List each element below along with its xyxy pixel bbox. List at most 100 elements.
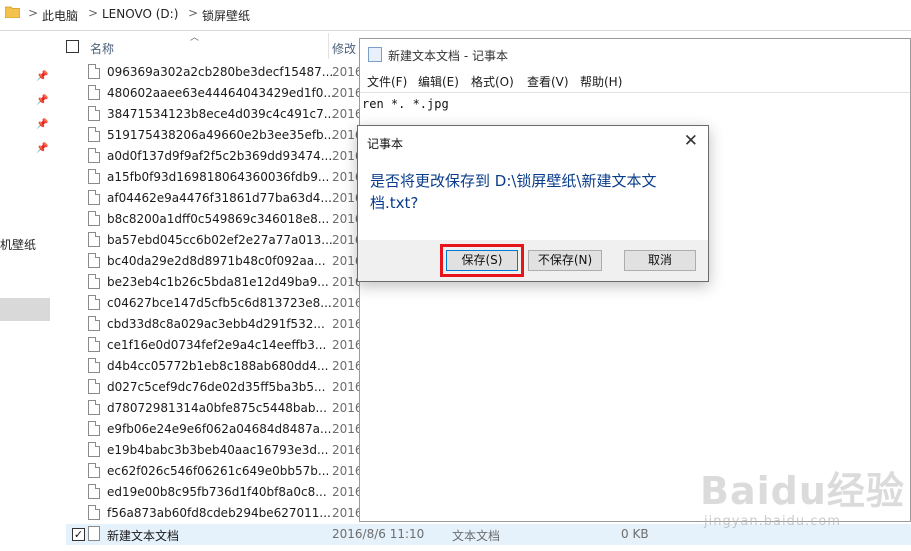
file-date: 2016 bbox=[332, 65, 363, 79]
file-row[interactable]: 096369a302a2cb280be3decf15487... 2016 bbox=[60, 62, 363, 83]
column-divider[interactable] bbox=[328, 33, 329, 59]
pin-icon[interactable]: 📌 bbox=[36, 119, 48, 130]
dialog-message: 是否将更改保存到 D:\锁屏壁纸\新建文本文档.txt? bbox=[370, 172, 657, 212]
menu-file[interactable]: 文件(F) bbox=[367, 73, 407, 90]
breadcrumb-separator: > bbox=[88, 6, 99, 20]
dialog-body: 是否将更改保存到 D:\锁屏壁纸\新建文本文档.txt? bbox=[358, 158, 708, 240]
file-row[interactable]: 38471534123b8ece4d039c4c491c7... 2016 bbox=[60, 104, 363, 125]
pin-icon[interactable]: 📌 bbox=[36, 143, 48, 154]
file-checkbox[interactable]: ✓ bbox=[72, 528, 85, 541]
file-row[interactable]: ba57ebd045cc6b02ef2e27a77a013... 2016 bbox=[60, 230, 363, 251]
file-list-header: 名称 ︿ 修改 bbox=[60, 31, 360, 59]
file-row[interactable]: a0d0f137d9f9af2f5c2b369dd93474... 2016 bbox=[60, 146, 363, 167]
menu-format[interactable]: 格式(O) bbox=[471, 73, 514, 90]
file-row[interactable]: ce1f16e0d0734fef2e9a4c14eeffb3... 2016 bbox=[60, 335, 363, 356]
file-name: d027c5cef9dc76de02d35ff5ba3b5... bbox=[107, 380, 326, 394]
baidu-watermark: Baidu经验 jingyan.baidu.com bbox=[700, 456, 904, 546]
file-name: 096369a302a2cb280be3decf15487... bbox=[107, 65, 334, 79]
file-row[interactable]: e9fb06e24e9e6f062a04684d8487a... 2016 bbox=[60, 419, 363, 440]
file-row[interactable]: ed19e00b8c95fb736d1f40bf8a0c8... 2016 bbox=[60, 482, 363, 503]
pin-icon[interactable]: 📌 bbox=[36, 71, 48, 82]
file-icon bbox=[88, 463, 100, 478]
cancel-button[interactable]: 取消 bbox=[624, 250, 696, 271]
pin-icon[interactable]: 📌 bbox=[36, 95, 48, 106]
column-header-modified[interactable]: 修改 bbox=[332, 40, 356, 57]
breadcrumb-drive[interactable]: LENOVO (D:) bbox=[102, 7, 178, 21]
file-row[interactable]: be23eb4c1b26c5bda81e12d49ba9... 2016 bbox=[60, 272, 363, 293]
file-icon bbox=[88, 358, 100, 373]
file-name: f56a873ab60fd8cdeb294be627011... bbox=[107, 506, 331, 520]
file-date: 2016 bbox=[332, 296, 363, 310]
file-row[interactable]: d4b4cc05772b1eb8c188ab680dd4... 2016 bbox=[60, 356, 363, 377]
file-icon bbox=[88, 106, 100, 121]
file-row[interactable]: d027c5cef9dc76de02d35ff5ba3b5... 2016 bbox=[60, 377, 363, 398]
notepad-title-bar[interactable]: 新建文本文档 - 记事本 bbox=[360, 39, 910, 69]
file-date: 2016 bbox=[332, 317, 363, 331]
file-row[interactable]: 519175438206a49660e2b3ee35efb... 2016 bbox=[60, 125, 363, 146]
file-name: a0d0f137d9f9af2f5c2b369dd93474... bbox=[107, 149, 333, 163]
close-icon[interactable]: ✕ bbox=[684, 131, 698, 151]
save-button[interactable]: 保存(S) bbox=[446, 250, 518, 271]
file-date: 2016 bbox=[332, 464, 363, 478]
file-row[interactable]: cbd33d8c8a029ac3ebb4d291f532... 2016 bbox=[60, 314, 363, 335]
breadcrumb-folder[interactable]: 锁屏壁纸 bbox=[202, 7, 250, 24]
nav-item-label[interactable]: 机壁纸 bbox=[0, 236, 36, 253]
file-icon bbox=[88, 337, 100, 352]
file-name: b8c8200a1dff0c549869c346018e8... bbox=[107, 212, 330, 226]
breadcrumb-separator: > bbox=[188, 6, 199, 20]
file-row[interactable]: d78072981314a0bfe875c5448bab... 2016 bbox=[60, 398, 363, 419]
notepad-icon bbox=[368, 47, 382, 62]
file-row[interactable]: 480602aaee63e44464043429ed1f0... 2016 bbox=[60, 83, 363, 104]
file-icon bbox=[88, 442, 100, 457]
file-row[interactable]: af04462e9a4476f31861d77ba63d4... 2016 bbox=[60, 188, 363, 209]
file-icon bbox=[88, 274, 100, 289]
save-changes-dialog[interactable]: 记事本 ✕ 是否将更改保存到 D:\锁屏壁纸\新建文本文档.txt? 保存(S)… bbox=[357, 125, 709, 282]
file-date: 2016 bbox=[332, 338, 363, 352]
file-icon bbox=[88, 505, 100, 520]
menu-help[interactable]: 帮助(H) bbox=[580, 73, 622, 90]
file-row[interactable]: f56a873ab60fd8cdeb294be627011... 2016 bbox=[60, 503, 363, 524]
file-icon bbox=[88, 253, 100, 268]
file-name: 519175438206a49660e2b3ee35efb... bbox=[107, 128, 336, 142]
menu-edit[interactable]: 编辑(E) bbox=[418, 73, 459, 90]
file-size: 0 KB bbox=[621, 527, 649, 541]
file-icon bbox=[88, 379, 100, 394]
file-row[interactable]: ec62f026c546f06261c649e0bb57b... 2016 bbox=[60, 461, 363, 482]
column-header-name[interactable]: 名称 bbox=[90, 40, 114, 57]
dialog-title: 记事本 bbox=[367, 137, 404, 151]
file-row[interactable]: b8c8200a1dff0c549869c346018e8... 2016 bbox=[60, 209, 363, 230]
dialog-title-bar[interactable]: 记事本 ✕ bbox=[358, 126, 708, 158]
watermark-site: jingyan.baidu.com bbox=[704, 514, 841, 529]
file-name: ba57ebd045cc6b02ef2e27a77a013... bbox=[107, 233, 333, 247]
file-name: ce1f16e0d0734fef2e9a4c14eeffb3... bbox=[107, 338, 327, 352]
file-name: af04462e9a4476f31861d77ba63d4... bbox=[107, 191, 332, 205]
file-date: 2016 bbox=[332, 443, 363, 457]
editor-content[interactable]: ren *. *.jpg bbox=[362, 97, 449, 111]
address-bar[interactable]: > 此电脑 > LENOVO (D:) > 锁屏壁纸 bbox=[0, 0, 911, 31]
file-row[interactable]: bc40da29e2d8d8971b48c0f092aa... 2016 bbox=[60, 251, 363, 272]
dont-save-button[interactable]: 不保存(N) bbox=[528, 250, 602, 271]
file-icon bbox=[88, 232, 100, 247]
file-icon bbox=[88, 400, 100, 415]
menu-view[interactable]: 查看(V) bbox=[527, 73, 569, 90]
file-icon bbox=[88, 169, 100, 184]
file-row[interactable]: e19b4babc3b3beb40aac16793e3d... 2016 bbox=[60, 440, 363, 461]
file-name: e19b4babc3b3beb40aac16793e3d... bbox=[107, 443, 329, 457]
file-type: 文本文档 bbox=[452, 529, 501, 543]
file-date: 2016 bbox=[332, 380, 363, 394]
file-name: d78072981314a0bfe875c5448bab... bbox=[107, 401, 327, 415]
nav-selected-item[interactable] bbox=[0, 298, 50, 321]
file-icon bbox=[88, 316, 100, 331]
file-date: 2016 bbox=[332, 107, 363, 121]
file-name: be23eb4c1b26c5bda81e12d49ba9... bbox=[107, 275, 329, 289]
select-all-checkbox[interactable] bbox=[66, 40, 79, 53]
file-row[interactable]: c04627bce147d5cfb5c6d813723e8... 2016 bbox=[60, 293, 363, 314]
breadcrumb-this-pc[interactable]: 此电脑 bbox=[42, 7, 78, 24]
file-row[interactable]: a15fb0f93d169818064360036fdb9... 2016 bbox=[60, 167, 363, 188]
file-icon bbox=[88, 85, 100, 100]
file-icon bbox=[88, 127, 100, 142]
file-name: 新建文本文档 bbox=[107, 529, 180, 543]
file-date: 2016 bbox=[332, 506, 363, 520]
file-date: 2016 bbox=[332, 401, 363, 415]
file-name: 480602aaee63e44464043429ed1f0... bbox=[107, 86, 335, 100]
